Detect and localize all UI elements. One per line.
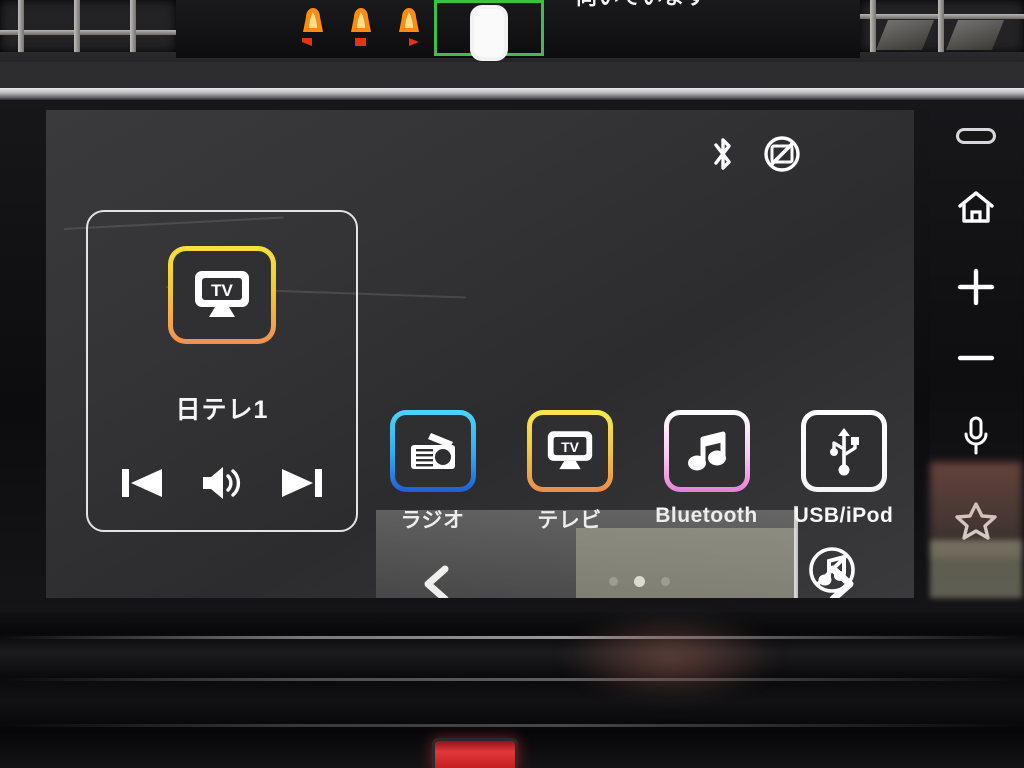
status-bar xyxy=(46,134,914,180)
home-button[interactable] xyxy=(930,188,1022,226)
music-note-icon xyxy=(687,431,726,471)
minus-icon xyxy=(957,355,995,361)
transport-controls xyxy=(88,463,356,508)
hand-reflection xyxy=(560,612,780,702)
car-body-icon xyxy=(470,5,508,61)
infotainment-screen[interactable]: TV 日テレ1 ラジオ TV テレビ Bluetooth USB/iPod xyxy=(46,110,914,598)
app-tv-label: テレビ xyxy=(537,509,602,532)
bluetooth-icon xyxy=(714,138,731,170)
svg-text:TV: TV xyxy=(211,281,233,300)
bezel-reflection-secondary xyxy=(930,540,1022,598)
favorite-button[interactable] xyxy=(930,500,1022,542)
app-radio-tile[interactable] xyxy=(390,410,476,492)
microphone-icon xyxy=(964,416,988,455)
cluster-message: 向いています xyxy=(576,0,707,10)
app-bluetooth-tile[interactable] xyxy=(664,410,750,492)
plus-icon xyxy=(957,268,995,306)
seat-occupant-left-icon xyxy=(302,8,323,46)
bezel-chrome-top xyxy=(0,88,1024,100)
next-button[interactable] xyxy=(278,463,326,508)
now-playing-source-tile[interactable]: TV xyxy=(168,246,276,344)
page-navigation xyxy=(364,558,914,598)
dashboard-background: 向いています xyxy=(0,0,1024,768)
tv-icon: TV xyxy=(547,431,592,470)
skip-previous-icon xyxy=(122,469,163,497)
chevron-right-icon xyxy=(829,565,854,598)
svg-text:TV: TV xyxy=(561,439,580,455)
hardware-button-column xyxy=(930,110,1022,598)
app-shortcut-row: ラジオ TV テレビ Bluetooth USB/iPod xyxy=(364,410,914,560)
now-playing-panel[interactable]: TV 日テレ1 xyxy=(86,210,358,532)
air-vent-right xyxy=(860,0,1024,52)
volume-down-button[interactable] xyxy=(930,348,1022,368)
app-radio-label: ラジオ xyxy=(400,509,465,532)
hazard-light-button[interactable] xyxy=(432,738,518,768)
volume-up-button[interactable] xyxy=(930,266,1022,308)
instrument-cluster: 向いています xyxy=(176,0,860,61)
home-icon xyxy=(958,191,994,223)
radio-icon xyxy=(410,433,455,469)
app-radio[interactable]: ラジオ xyxy=(364,410,501,534)
air-vent-left xyxy=(0,0,176,52)
app-usb-ipod[interactable]: USB/iPod xyxy=(775,410,912,528)
skip-next-icon xyxy=(281,469,322,497)
volume-button[interactable] xyxy=(199,463,245,508)
app-bluetooth[interactable]: Bluetooth xyxy=(638,410,775,528)
app-tv[interactable]: TV テレビ xyxy=(501,410,638,534)
star-icon xyxy=(955,502,997,540)
seat-occupant-right-icon xyxy=(399,8,419,46)
car-status-indicator xyxy=(434,0,544,61)
upper-dash-strip: 向いています xyxy=(0,0,1024,62)
seat-occupant-center-icon xyxy=(351,8,371,46)
page-dot[interactable] xyxy=(660,577,670,586)
now-playing-channel-label: 日テレ1 xyxy=(175,396,269,424)
app-tv-tile[interactable]: TV xyxy=(527,410,613,492)
app-usb-ipod-tile[interactable] xyxy=(801,410,887,492)
seat-indicator-group xyxy=(296,4,426,50)
page-dot-active[interactable] xyxy=(633,576,645,587)
speaker-volume-icon xyxy=(202,467,241,499)
usb-icon xyxy=(829,428,859,476)
card-slot[interactable] xyxy=(956,128,996,144)
page-next-button[interactable] xyxy=(824,564,858,598)
page-dot[interactable] xyxy=(608,577,618,586)
voice-button[interactable] xyxy=(930,414,1022,458)
no-display-icon xyxy=(764,136,800,172)
tv-icon: TV xyxy=(195,271,249,317)
app-bluetooth-label: Bluetooth xyxy=(655,504,758,527)
app-usb-ipod-label: USB/iPod xyxy=(793,504,894,527)
head-unit: TV 日テレ1 ラジオ TV テレビ Bluetooth USB/iPod xyxy=(0,88,1024,624)
previous-button[interactable] xyxy=(118,463,166,508)
